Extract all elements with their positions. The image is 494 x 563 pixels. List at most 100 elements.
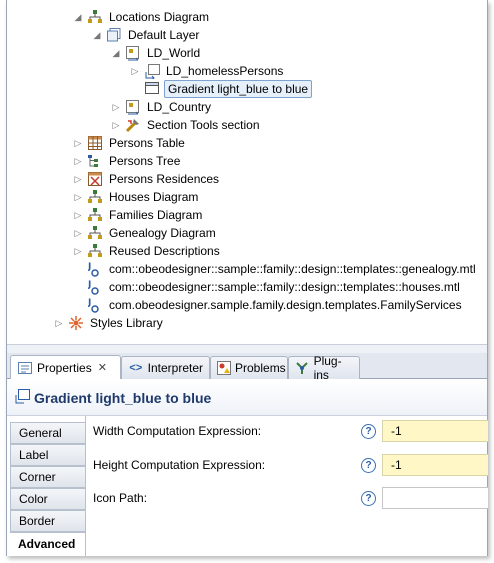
collapsed-twisty-icon[interactable]: ▷ bbox=[111, 98, 121, 116]
field-row-width: Width Computation Expression: ? -1 bbox=[86, 420, 488, 442]
tree-item-label: Persons Residences bbox=[109, 172, 220, 186]
collapsed-twisty-icon[interactable]: ▷ bbox=[73, 134, 83, 152]
properties-header: Gradient light_blue to blue bbox=[7, 380, 487, 416]
help-icon[interactable]: ? bbox=[361, 457, 376, 473]
tree-item-houses-mtl[interactable]: J com::obeodesigner::sample::family::des… bbox=[73, 278, 462, 296]
view-tab-bar: Properties ✕ <> Interpreter Problems Plu… bbox=[7, 353, 487, 382]
tree-item-houses-diagram[interactable]: ▷ Houses Diagram bbox=[73, 188, 200, 206]
tab-label: Interpreter bbox=[147, 361, 203, 375]
java-import-icon: J bbox=[87, 297, 103, 313]
sidetab-label[interactable]: Label bbox=[10, 444, 85, 466]
problems-icon bbox=[217, 360, 231, 376]
view-sash[interactable] bbox=[7, 344, 487, 353]
width-expression-label: Width Computation Expression: bbox=[93, 424, 262, 438]
tree-item-label: Gradient light_blue to blue bbox=[164, 80, 313, 98]
collapsed-twisty-icon[interactable]: ▷ bbox=[111, 116, 121, 134]
tree-item-label: Locations Diagram bbox=[109, 10, 210, 24]
height-expression-label: Height Computation Expression: bbox=[93, 458, 266, 472]
tab-properties[interactable]: Properties ✕ bbox=[10, 355, 121, 379]
collapsed-twisty-icon[interactable]: ▷ bbox=[54, 314, 64, 332]
tree-item-default-layer[interactable]: ◢ Default Layer bbox=[92, 26, 201, 44]
cross-table-icon bbox=[87, 171, 103, 187]
tree-item-ld-world[interactable]: ◢ LD_World bbox=[111, 44, 202, 62]
collapsed-twisty-icon[interactable]: ▷ bbox=[73, 188, 83, 206]
expanded-twisty-icon[interactable]: ◢ bbox=[73, 8, 83, 26]
tree-item-styles-library[interactable]: ▷ Styles Library bbox=[54, 314, 165, 332]
tab-plugins[interactable]: Plug-ins bbox=[288, 354, 360, 382]
tree-item-label: Persons Table bbox=[109, 136, 185, 150]
sidetab-corner[interactable]: Corner bbox=[10, 466, 85, 488]
tree-item-gradient-style[interactable]: Gradient light_blue to blue bbox=[130, 80, 313, 98]
expanded-twisty-icon[interactable]: ◢ bbox=[111, 44, 121, 62]
table-icon bbox=[87, 135, 103, 151]
model-tree[interactable]: ◢ Locations Diagram ◢ Default Layer ◢ LD… bbox=[7, 0, 487, 344]
diagram-icon bbox=[87, 225, 103, 241]
container-icon bbox=[125, 99, 141, 115]
sidetab-general[interactable]: General bbox=[10, 422, 85, 444]
close-icon[interactable]: ✕ bbox=[98, 361, 107, 374]
tree-item-label: Reused Descriptions bbox=[109, 244, 220, 258]
tree-item-label: com::obeodesigner::sample::family::desig… bbox=[109, 262, 476, 276]
tree-item-locations-diagram[interactable]: ◢ Locations Diagram bbox=[73, 8, 211, 26]
tab-interpreter[interactable]: <> Interpreter bbox=[121, 356, 210, 379]
plugins-icon bbox=[295, 360, 310, 376]
properties-side-tabs: General Label Corner Color Border Advanc… bbox=[7, 416, 85, 556]
collapsed-twisty-icon[interactable]: ▷ bbox=[73, 152, 83, 170]
help-icon[interactable]: ? bbox=[361, 490, 376, 506]
field-row-icon-path: Icon Path: ? bbox=[86, 487, 488, 509]
help-icon[interactable]: ? bbox=[361, 423, 376, 439]
tree-item-ld-country[interactable]: ▷ LD_Country bbox=[111, 98, 213, 116]
tree-item-label: Default Layer bbox=[128, 28, 200, 42]
collapsed-twisty-icon[interactable]: ▷ bbox=[73, 224, 83, 242]
properties-content: Width Computation Expression: ? -1 Heigh… bbox=[85, 416, 488, 556]
styles-library-icon bbox=[68, 315, 84, 331]
tree-item-ld-homeless-persons[interactable]: ▷ LD_homelessPersons bbox=[130, 62, 285, 80]
icon-path-field[interactable] bbox=[382, 487, 488, 509]
collapsed-twisty-icon[interactable]: ▷ bbox=[130, 62, 140, 80]
node-icon bbox=[144, 63, 160, 79]
expanded-twisty-icon[interactable]: ◢ bbox=[92, 26, 102, 44]
tree-item-label: Persons Tree bbox=[109, 154, 181, 168]
collapsed-twisty-icon[interactable]: ▷ bbox=[73, 242, 83, 260]
tree-item-label: LD_homelessPersons bbox=[166, 64, 284, 78]
tree-icon bbox=[87, 153, 103, 169]
tree-item-label: LD_Country bbox=[147, 100, 212, 114]
tree-item-reused-descriptions[interactable]: ▷ Reused Descriptions bbox=[73, 242, 222, 260]
tree-item-label: Houses Diagram bbox=[109, 190, 199, 204]
tree-item-persons-table[interactable]: ▷ Persons Table bbox=[73, 134, 187, 152]
tree-item-families-diagram[interactable]: ▷ Families Diagram bbox=[73, 206, 204, 224]
tree-item-persons-tree[interactable]: ▷ Persons Tree bbox=[73, 152, 182, 170]
container-icon bbox=[125, 45, 141, 61]
gradient-style-icon bbox=[15, 388, 30, 407]
tree-item-genealogy-mtl[interactable]: J com::obeodesigner::sample::family::des… bbox=[73, 260, 478, 278]
field-row-height: Height Computation Expression: ? -1 bbox=[86, 454, 488, 476]
tab-problems[interactable]: Problems bbox=[210, 356, 288, 379]
tree-item-label: Section Tools section bbox=[147, 118, 260, 132]
tab-label: Problems bbox=[235, 361, 286, 375]
properties-title: Gradient light_blue to blue bbox=[34, 389, 212, 406]
icon-path-label: Icon Path: bbox=[93, 491, 148, 505]
tree-item-family-services[interactable]: J com.obeodesigner.sample.family.design.… bbox=[73, 296, 464, 314]
properties-icon bbox=[17, 360, 33, 376]
sidetab-advanced[interactable]: Advanced bbox=[10, 532, 85, 554]
diagram-icon bbox=[87, 243, 103, 259]
collapsed-twisty-icon[interactable]: ▷ bbox=[73, 206, 83, 224]
sidetab-color[interactable]: Color bbox=[10, 488, 85, 510]
diagram-icon bbox=[87, 9, 103, 25]
diagram-icon bbox=[87, 207, 103, 223]
gradient-style-icon bbox=[144, 81, 160, 97]
height-expression-field[interactable]: -1 bbox=[382, 454, 488, 476]
tree-item-label: com::obeodesigner::sample::family::desig… bbox=[109, 280, 460, 294]
tree-item-genealogy-diagram[interactable]: ▷ Genealogy Diagram bbox=[73, 224, 218, 242]
sidetab-border[interactable]: Border bbox=[10, 510, 85, 532]
tree-item-persons-residences[interactable]: ▷ Persons Residences bbox=[73, 170, 221, 188]
tree-item-section-tools[interactable]: ▷ Section Tools section bbox=[111, 116, 262, 134]
tree-item-label: Styles Library bbox=[90, 316, 163, 330]
tab-label: Properties bbox=[37, 360, 92, 375]
svg-text:J: J bbox=[88, 298, 91, 308]
width-expression-field[interactable]: -1 bbox=[382, 420, 488, 442]
collapsed-twisty-icon[interactable]: ▷ bbox=[73, 170, 83, 188]
diagram-icon bbox=[87, 189, 103, 205]
tree-item-label: Families Diagram bbox=[109, 208, 203, 222]
java-import-icon: J bbox=[87, 279, 103, 295]
